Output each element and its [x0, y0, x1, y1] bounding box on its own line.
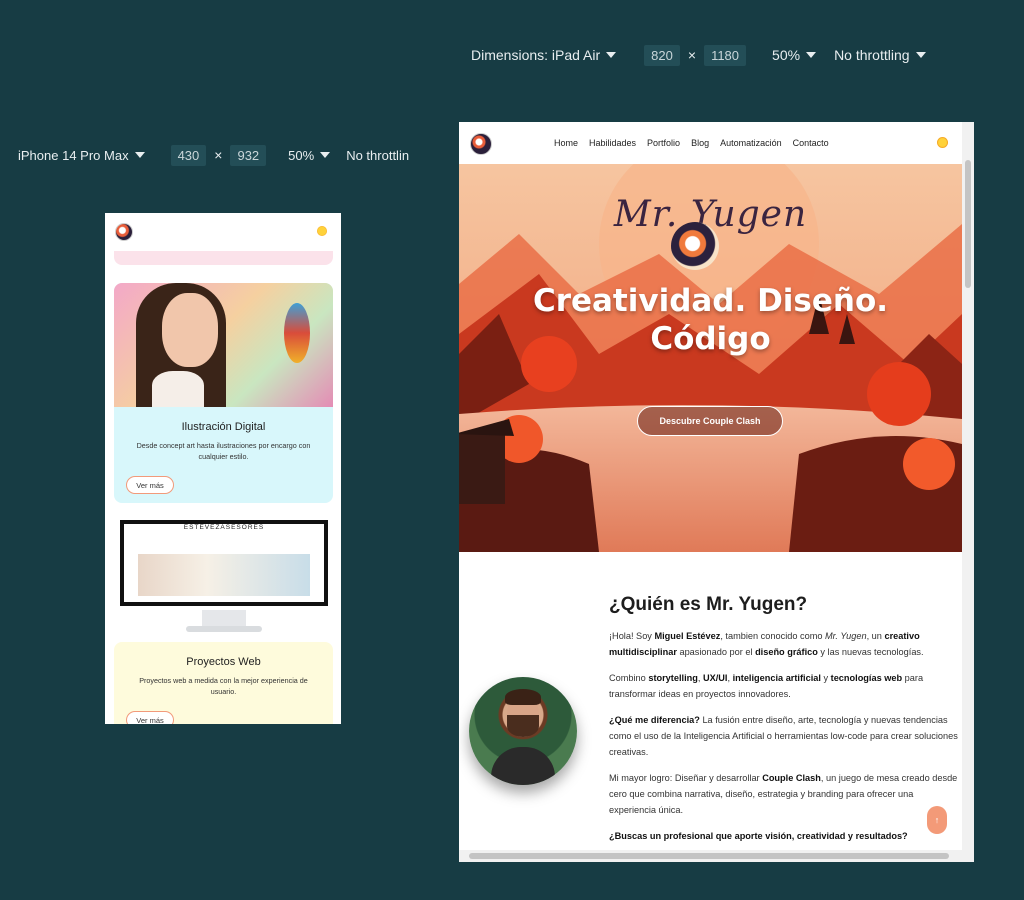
illustration-artwork: [114, 283, 333, 407]
nav-contacto[interactable]: Contacto: [793, 138, 829, 148]
chevron-down-icon: [320, 152, 331, 158]
card-title: Proyectos Web: [186, 656, 261, 668]
times-symbol: ×: [687, 47, 697, 63]
web-project-monitor-mockup: ESTEVEZASESORES: [114, 516, 333, 646]
nav-blog[interactable]: Blog: [691, 138, 709, 148]
hero-title: Creatividad. Diseño. Código: [459, 282, 962, 358]
height-input[interactable]: 1180: [704, 44, 747, 66]
monitor-banner-image: [138, 554, 310, 596]
width-input[interactable]: 820: [644, 44, 680, 66]
site-header: Home Habilidades Portfolio Blog Automati…: [459, 122, 962, 164]
hero-title-line2: Código: [650, 321, 771, 357]
profile-avatar: [469, 677, 577, 785]
about-paragraph: ¡Hola! Soy Miguel Estévez, tambien conoc…: [609, 631, 924, 657]
card-title: Ilustración Digital: [181, 421, 266, 433]
about-paragraph: Combino storytelling, UX/UI, inteligenci…: [609, 673, 924, 699]
device-dropdown[interactable]: iPhone 14 Pro Max: [18, 148, 145, 163]
chevron-down-icon: [806, 52, 817, 58]
throttling-label: No throttling: [834, 47, 910, 63]
about-title: ¿Quién es Mr. Yugen?: [609, 594, 808, 615]
ipad-viewport: Home Habilidades Portfolio Blog Automati…: [459, 122, 974, 862]
height-input[interactable]: 932: [230, 144, 267, 166]
ipad-devtools-toolbar: Dimensions: iPad Air 820 × 1180 50% No t…: [471, 42, 926, 68]
nav-automatizacion[interactable]: Automatización: [720, 138, 782, 148]
device-label: iPhone 14 Pro Max: [18, 147, 129, 163]
dimensions-label: Dimensions: iPad Air: [471, 47, 601, 63]
ver-mas-button[interactable]: Ver más: [126, 711, 174, 724]
about-section: ¿Quién es Mr. Yugen? ¡Hola! Soy Miguel E…: [459, 552, 962, 852]
ver-mas-button[interactable]: Ver más: [126, 476, 174, 494]
zoom-label: 50%: [288, 147, 315, 163]
previous-card-bottom: [114, 251, 333, 265]
chevron-down-icon: [134, 152, 145, 158]
service-card-illustration: Ilustración Digital Desde concept art ha…: [114, 283, 333, 503]
throttling-dropdown[interactable]: No throttling: [834, 47, 926, 63]
about-text: ¡Hola! Soy Miguel Estévez, tambien conoc…: [609, 628, 959, 854]
hero-emblem-logo: [671, 222, 719, 270]
dimensions-dropdown[interactable]: Dimensions: iPad Air: [471, 47, 617, 63]
service-card-web: Proyectos Web Proyectos web a medida con…: [114, 642, 333, 724]
scroll-to-top-button[interactable]: ↑: [927, 806, 947, 834]
theme-toggle-sun-icon[interactable]: [317, 226, 327, 236]
nav-portfolio[interactable]: Portfolio: [647, 138, 680, 148]
nav-home[interactable]: Home: [554, 138, 578, 148]
monitor-brand-text: ESTEVEZASESORES: [183, 524, 265, 531]
chevron-down-icon: [915, 52, 926, 58]
phone-devtools-toolbar: iPhone 14 Pro Max 430 × 932 50% No throt…: [18, 143, 409, 167]
horizontal-scrollbar[interactable]: [459, 850, 962, 862]
zoom-dropdown[interactable]: 50%: [772, 47, 817, 63]
width-input[interactable]: 430: [170, 144, 207, 166]
card-description: Proyectos web a medida con la mejor expe…: [139, 676, 308, 696]
zoom-label: 50%: [772, 47, 801, 63]
site-logo[interactable]: [470, 133, 492, 155]
about-paragraph: ¿Qué me diferencia? La fusión entre dise…: [609, 715, 958, 757]
phone-viewport: Ilustración Digital Desde concept art ha…: [105, 213, 341, 724]
zoom-dropdown[interactable]: 50%: [288, 147, 331, 163]
card-description: Desde concept art hasta ilustraciones po…: [136, 441, 311, 461]
hero-section: Mr. Yugen Creatividad. Diseño. Código De…: [459, 164, 962, 552]
hero-cta-button[interactable]: Descubre Couple Clash: [637, 406, 783, 436]
throttling-label[interactable]: No throttlin: [346, 148, 409, 163]
main-nav: Home Habilidades Portfolio Blog Automati…: [554, 138, 829, 148]
theme-toggle-sun-icon[interactable]: [937, 137, 948, 148]
vertical-scrollbar[interactable]: [962, 122, 974, 862]
about-paragraph: ¿Buscas un profesional que aporte visión…: [609, 831, 908, 841]
hero-title-line1: Creatividad. Diseño.: [532, 283, 889, 319]
site-logo[interactable]: [115, 223, 133, 241]
about-paragraph: Mi mayor logro: Diseñar y desarrollar Co…: [609, 773, 958, 815]
nav-habilidades[interactable]: Habilidades: [589, 138, 636, 148]
mobile-header: [105, 213, 341, 251]
times-symbol: ×: [214, 147, 223, 163]
chevron-down-icon: [606, 52, 617, 58]
